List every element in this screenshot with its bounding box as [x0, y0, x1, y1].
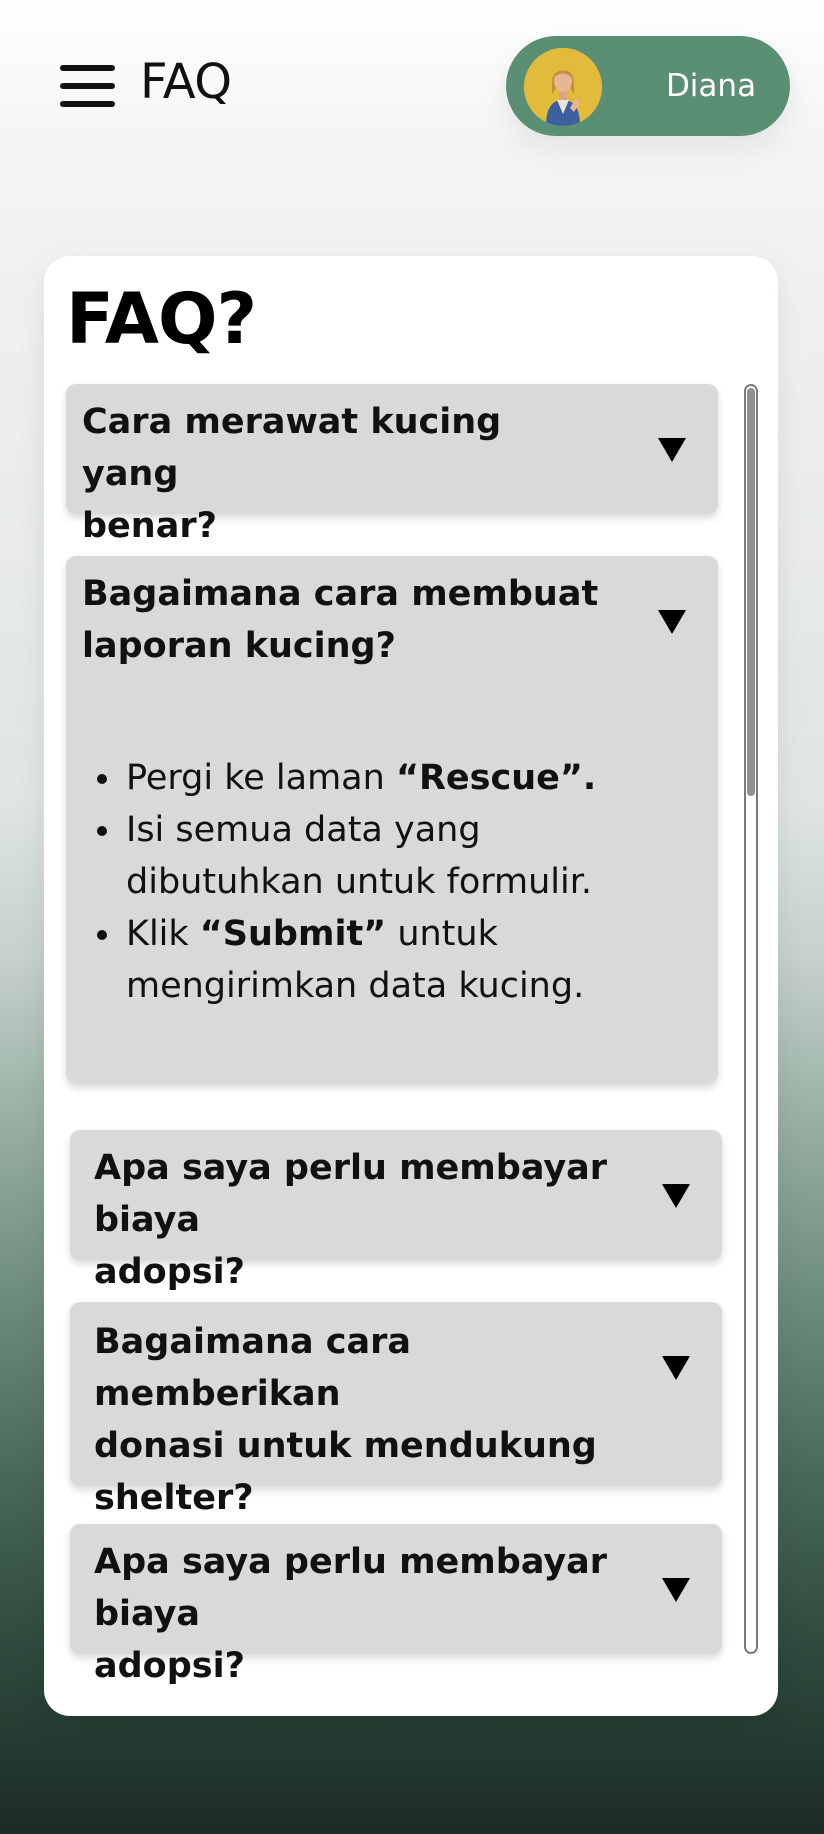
faq-question: Cara merawat kucing yang benar? — [82, 396, 602, 552]
answer-text: Pergi ke laman — [126, 758, 396, 798]
faq-question-line: adopsi? — [94, 1646, 245, 1686]
faq-question-line: laporan kucing? — [82, 626, 396, 666]
triangle-down-icon[interactable] — [662, 1184, 690, 1208]
menu-line — [60, 83, 115, 89]
faq-question-line: Bagaimana cara membuat — [82, 574, 599, 614]
page-title: FAQ — [140, 54, 232, 110]
user-profile-button[interactable]: Diana — [506, 36, 790, 136]
answer-step: Isi semua data yang dibutuhkan untuk for… — [124, 804, 648, 908]
faq-question-line: shelter? — [94, 1478, 254, 1518]
answer-text: Isi semua data yang dibutuhkan untuk for… — [126, 810, 593, 902]
answer-step: Pergi ke laman “Rescue”. — [124, 752, 648, 804]
faq-item[interactable]: Cara merawat kucing yang benar? — [66, 384, 718, 546]
faq-question-line: Apa saya perlu membayar biaya — [94, 1148, 608, 1240]
scrollbar-thumb[interactable] — [747, 388, 755, 796]
answer-emphasis: “Submit” — [199, 914, 387, 954]
faq-question: Apa saya perlu membayar biaya adopsi? — [94, 1142, 654, 1298]
menu-line — [60, 65, 115, 71]
answer-text: Klik — [126, 914, 200, 954]
faq-item[interactable]: Apa saya perlu membayar biaya adopsi? — [70, 1524, 722, 1686]
triangle-down-icon[interactable] — [662, 1356, 690, 1380]
faq-card: FAQ? Cara merawat kucing yang benar? Bag… — [44, 256, 778, 1716]
faq-item-expanded[interactable]: Bagaimana cara membuat laporan kucing? P… — [66, 556, 718, 1084]
faq-question-line: donasi untuk mendukung — [94, 1426, 597, 1466]
faq-answer: Pergi ke laman “Rescue”. Isi semua data … — [88, 752, 648, 1012]
faq-question-line: Apa saya perlu membayar biaya — [94, 1542, 608, 1634]
triangle-down-icon[interactable] — [658, 610, 686, 634]
faq-question: Bagaimana cara memberikan donasi untuk m… — [94, 1316, 654, 1524]
faq-question-line: Cara merawat kucing yang — [82, 402, 502, 494]
triangle-down-icon[interactable] — [662, 1578, 690, 1602]
scrollbar[interactable] — [744, 384, 758, 1654]
avatar — [524, 48, 602, 126]
faq-question-line: Bagaimana cara memberikan — [94, 1322, 412, 1414]
faq-heading: FAQ? — [66, 278, 257, 360]
faq-question: Bagaimana cara membuat laporan kucing? — [82, 568, 602, 672]
faq-item[interactable]: Bagaimana cara memberikan donasi untuk m… — [70, 1302, 722, 1518]
answer-step: Klik “Submit” untuk mengirimkan data kuc… — [124, 908, 648, 1012]
faq-question-line: adopsi? — [94, 1252, 245, 1292]
hamburger-menu-icon[interactable] — [60, 65, 115, 107]
user-name: Diana — [665, 68, 757, 104]
faq-question-line: benar? — [82, 506, 217, 546]
menu-line — [60, 101, 115, 107]
triangle-down-icon[interactable] — [658, 438, 686, 462]
faq-question: Apa saya perlu membayar biaya adopsi? — [94, 1536, 654, 1692]
answer-emphasis: “Rescue”. — [395, 758, 597, 798]
faq-item[interactable]: Apa saya perlu membayar biaya adopsi? — [70, 1130, 722, 1292]
